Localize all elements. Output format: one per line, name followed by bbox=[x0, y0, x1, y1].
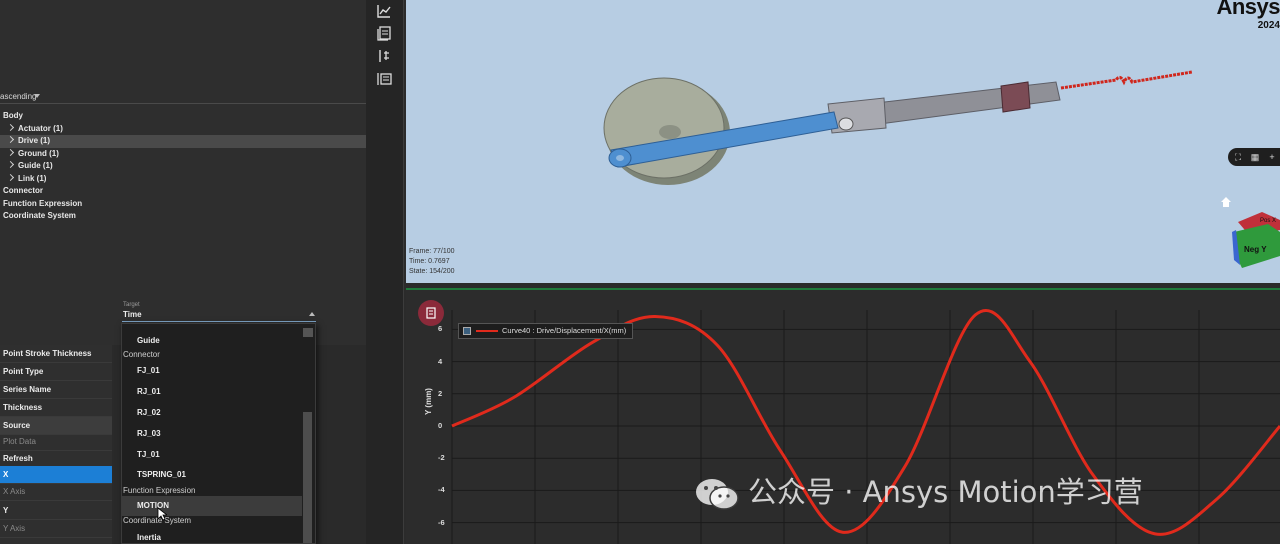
home-view-icon[interactable] bbox=[1219, 195, 1233, 209]
chevron-right-icon[interactable] bbox=[6, 173, 15, 181]
tree-item[interactable]: Link (1) bbox=[0, 173, 366, 186]
tree-item-label: Coordinate System bbox=[3, 211, 76, 220]
tree-item[interactable]: Body bbox=[3, 110, 23, 123]
y-tick-label: 6 bbox=[438, 324, 443, 334]
brand-logo: Ansys bbox=[1216, 0, 1280, 19]
chevron-down-icon[interactable] bbox=[34, 94, 40, 98]
orientation-cube[interactable]: Pos X Neg Y bbox=[1230, 210, 1280, 270]
mechanism-model bbox=[603, 70, 1193, 185]
target-label: Target bbox=[123, 302, 140, 308]
zoom-in-icon[interactable]: + bbox=[1266, 151, 1278, 163]
app-window: ascending Body Actuator (1) Drive (1) Groun… bbox=[0, 0, 1280, 544]
dropdown-option[interactable]: MOTION bbox=[122, 496, 302, 516]
frame-info: Frame: 77/100 Time: 0.7697 State: 154/20… bbox=[409, 247, 455, 277]
dropdown-option[interactable]: RJ_01 bbox=[137, 382, 302, 402]
dropdown-group-label: Connector bbox=[123, 350, 160, 359]
watermark-text: 公众号 · Ansys Motion学习营 bbox=[748, 475, 1143, 509]
chart-legend[interactable]: Curve40 : Drive/Displacement/X(mm) bbox=[458, 323, 634, 339]
dropdown-option[interactable]: Guide bbox=[137, 331, 302, 351]
wechat-icon bbox=[696, 479, 739, 510]
target-select[interactable]: Time bbox=[123, 310, 142, 319]
property-row[interactable]: X Axis bbox=[0, 483, 112, 501]
legend-swatch bbox=[476, 330, 498, 333]
tree-item-label: Link (1) bbox=[18, 173, 47, 183]
y-axis-label: Y (mm) bbox=[424, 388, 433, 415]
legend-checkbox[interactable] bbox=[463, 327, 471, 336]
property-row[interactable]: Series Name bbox=[0, 381, 112, 399]
target-underline bbox=[122, 321, 316, 322]
sort-label: ascending bbox=[0, 92, 37, 101]
tree-item[interactable]: Connector bbox=[3, 185, 43, 198]
chevron-right-icon[interactable] bbox=[6, 160, 15, 169]
tree-item[interactable]: Ground (1) bbox=[0, 148, 366, 161]
tree-item[interactable]: Function Expression bbox=[3, 198, 82, 211]
3d-viewport[interactable]: Ansys 2024 Frame: 77/100 Time: 0.7697 St… bbox=[406, 0, 1280, 283]
cube-top-label: Pos X bbox=[1260, 218, 1276, 224]
panel-splitter[interactable] bbox=[406, 283, 1280, 290]
y-tick-label: -4 bbox=[438, 485, 445, 495]
view-controls: ⛶ ▦ + bbox=[1228, 148, 1280, 166]
view-mode-icon[interactable]: ▦ bbox=[1249, 151, 1261, 163]
property-row[interactable]: Point Type bbox=[0, 363, 112, 381]
y-tick-label: -2 bbox=[438, 453, 445, 463]
y-tick-label: 2 bbox=[438, 388, 443, 398]
property-row[interactable]: Plot Data bbox=[0, 433, 112, 451]
dropdown-option[interactable]: TJ_01 bbox=[137, 445, 302, 465]
dropdown-option[interactable]: TSPRING_01 bbox=[137, 465, 302, 485]
tree-item-label: Drive (1) bbox=[18, 136, 51, 145]
scroll-up-button[interactable] bbox=[303, 328, 313, 337]
property-row[interactable]: X bbox=[0, 466, 112, 484]
y-tick-label: 4 bbox=[438, 356, 443, 366]
library-icon[interactable] bbox=[375, 24, 393, 42]
property-row[interactable]: Y Axis bbox=[0, 520, 112, 538]
fit-view-icon[interactable]: ⛶ bbox=[1232, 151, 1244, 163]
brand-year: 2024 bbox=[1257, 20, 1280, 31]
tree-item-label: Guide (1) bbox=[18, 161, 53, 170]
tree-item-label: Connector bbox=[3, 186, 43, 195]
vertical-toolbar bbox=[366, 0, 404, 544]
dropdown-option[interactable]: RJ_03 bbox=[137, 424, 302, 444]
chevron-right-icon[interactable] bbox=[6, 123, 15, 131]
dropdown-scrollbar[interactable] bbox=[303, 412, 312, 543]
cube-face-label: Neg Y bbox=[1244, 245, 1267, 254]
dropdown-group-label: Function Expression bbox=[123, 486, 196, 495]
state-text: State: 154/200 bbox=[409, 268, 455, 275]
tree-item-label: Body bbox=[3, 111, 23, 120]
chevron-right-icon[interactable] bbox=[6, 135, 15, 144]
tree-item-label: Ground (1) bbox=[18, 148, 59, 158]
chevron-right-icon[interactable] bbox=[6, 148, 15, 156]
tree-item[interactable]: Guide (1) bbox=[0, 160, 366, 173]
property-row[interactable]: Y bbox=[0, 502, 112, 520]
export-button[interactable] bbox=[418, 300, 444, 326]
dropdown-option[interactable]: Inertia bbox=[137, 528, 302, 543]
y-tick-label: 0 bbox=[438, 421, 443, 430]
target-dropdown-list[interactable]: Guide Connector FJ_01 RJ_01 RJ_02 RJ_03 TJ_01 T… bbox=[121, 323, 316, 544]
mouse-cursor-icon bbox=[157, 507, 167, 521]
legend-label: Curve40 : Drive/Displacement/X(mm) bbox=[502, 326, 627, 335]
y-tick-label: -6 bbox=[438, 517, 445, 527]
chart-icon[interactable] bbox=[375, 2, 393, 20]
tree-item-label: Function Expression bbox=[3, 198, 83, 208]
property-row[interactable]: Point Stroke Thickness bbox=[0, 345, 112, 363]
dropdown-option[interactable]: RJ_02 bbox=[137, 403, 302, 423]
property-row[interactable]: Thickness bbox=[0, 399, 112, 417]
tree-item[interactable]: Drive (1) bbox=[0, 135, 366, 148]
list-icon[interactable] bbox=[375, 70, 393, 88]
frame-text: Frame: 77/100 bbox=[409, 248, 455, 255]
watermark: 公众号 · Ansys Motion学习营 bbox=[694, 473, 1143, 511]
align-icon[interactable] bbox=[375, 47, 393, 65]
chevron-up-icon[interactable] bbox=[309, 312, 315, 316]
dropdown-option[interactable]: FJ_01 bbox=[137, 361, 302, 381]
time-text: Time: 0.7697 bbox=[409, 258, 450, 265]
model-tree-panel: ascending Body Actuator (1) Drive (1) Groun… bbox=[0, 0, 366, 544]
sort-row[interactable]: ascending bbox=[0, 90, 366, 104]
tree-item-label: Actuator (1) bbox=[18, 123, 63, 133]
tree-item[interactable]: Coordinate System bbox=[3, 210, 76, 223]
tree-item[interactable]: Actuator (1) bbox=[0, 123, 366, 136]
